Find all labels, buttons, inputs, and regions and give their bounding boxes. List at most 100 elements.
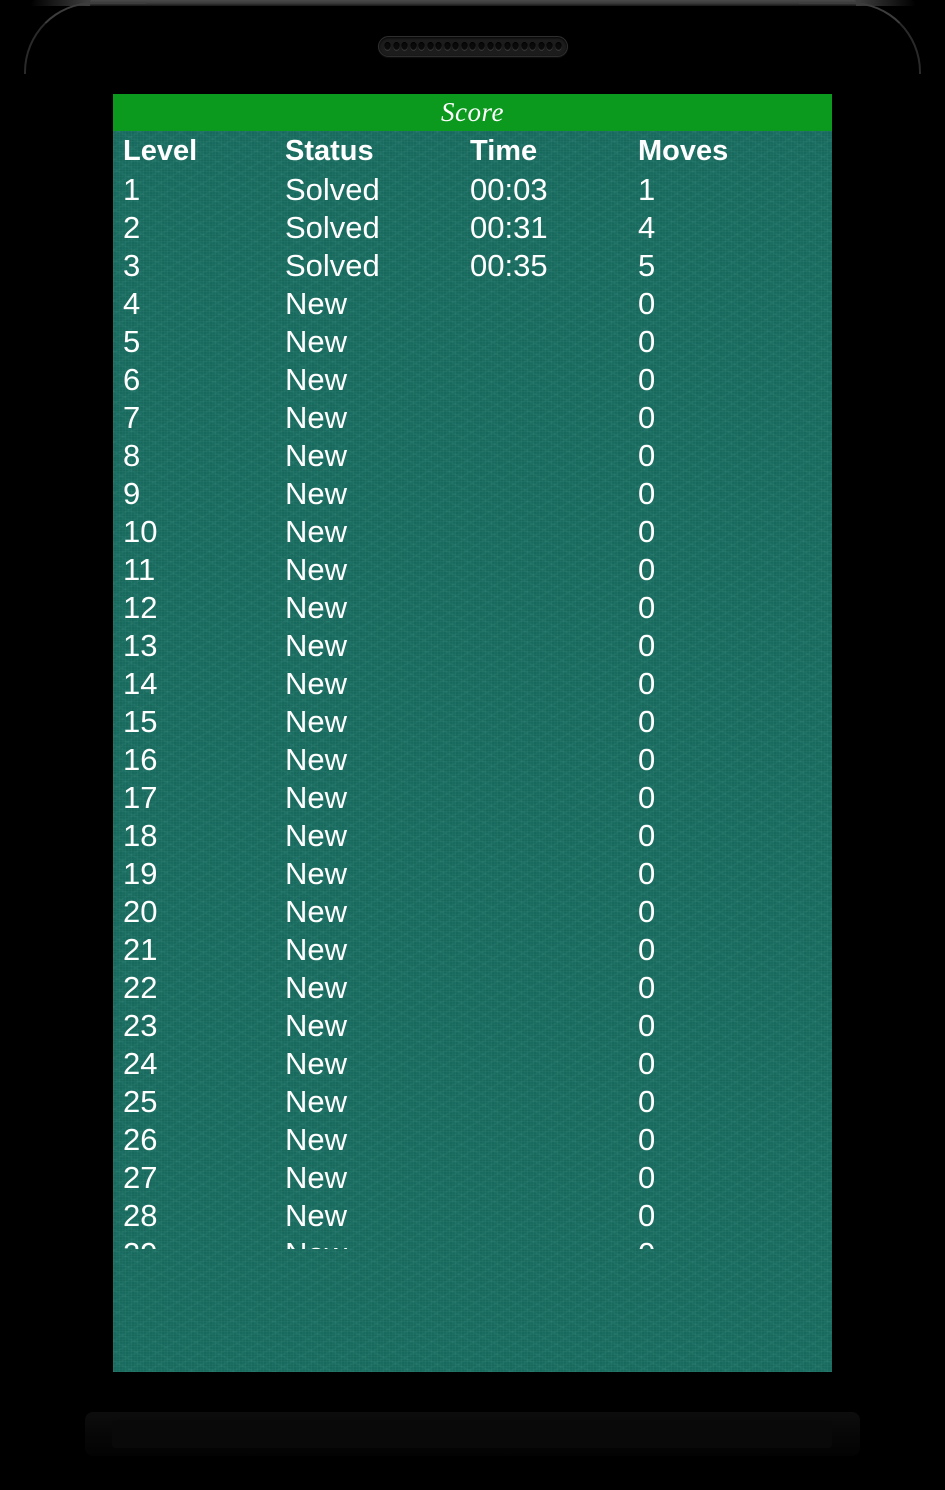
table-row[interactable]: 2 Solved 00:31 4 — [113, 209, 832, 247]
cell-status: New — [285, 324, 348, 359]
device-screen: Score Level Status Time Moves 1 Solved 00:… — [113, 94, 832, 1372]
speaker-hole — [537, 42, 545, 51]
cell-status: New — [285, 1122, 348, 1157]
cell-status: New — [285, 590, 348, 625]
table-row[interactable]: 14 New 0 — [113, 665, 832, 703]
cell-status: New — [285, 400, 348, 435]
speaker-hole — [435, 42, 443, 51]
speaker-hole — [460, 42, 468, 51]
cell-level: 4 — [123, 286, 141, 321]
column-header-moves: Moves — [638, 135, 729, 167]
speaker-hole — [443, 42, 451, 51]
table-row[interactable]: 1 Solved 00:03 1 — [113, 171, 832, 209]
table-row[interactable]: 12 New 0 — [113, 589, 832, 627]
cell-status: New — [285, 1046, 348, 1081]
table-row[interactable]: 16 New 0 — [113, 741, 832, 779]
cell-level: 16 — [123, 742, 158, 777]
table-row[interactable]: 19 New 0 — [113, 855, 832, 893]
cell-level: 8 — [123, 438, 141, 473]
cell-moves: 0 — [638, 628, 656, 663]
table-row[interactable]: 13 New 0 — [113, 627, 832, 665]
table-row[interactable]: 29 New 0 — [113, 1235, 832, 1249]
cell-moves: 4 — [638, 210, 656, 245]
cell-level: 23 — [123, 1008, 158, 1043]
cell-status: New — [285, 742, 348, 777]
cell-moves: 0 — [638, 970, 656, 1005]
cell-status: New — [285, 438, 348, 473]
table-row[interactable]: 23 New 0 — [113, 1007, 832, 1045]
cell-status: New — [285, 818, 348, 853]
table-row[interactable]: 7 New 0 — [113, 399, 832, 437]
score-panel: Level Status Time Moves 1 Solved 00:03 1 2 So… — [113, 131, 832, 1372]
cell-status: New — [285, 286, 348, 321]
speaker-hole — [469, 42, 477, 51]
table-row[interactable]: 3 Solved 00:35 5 — [113, 247, 832, 285]
title-bar: Score — [113, 94, 832, 131]
cell-moves: 0 — [638, 438, 656, 473]
speaker-hole — [520, 42, 528, 51]
cell-moves: 0 — [638, 1122, 656, 1157]
cell-moves: 0 — [638, 1160, 656, 1195]
cell-level: 3 — [123, 248, 141, 283]
cell-moves: 0 — [638, 324, 656, 359]
speaker-hole — [409, 42, 417, 51]
cell-moves: 0 — [638, 856, 656, 891]
table-row[interactable]: 11 New 0 — [113, 551, 832, 589]
column-header-status: Status — [285, 135, 374, 167]
cell-level: 11 — [123, 552, 156, 587]
speaker-hole — [486, 42, 494, 51]
speaker-hole — [546, 42, 554, 51]
cell-moves: 5 — [638, 248, 656, 283]
cell-level: 1 — [123, 172, 141, 207]
cell-moves: 0 — [638, 742, 656, 777]
cell-status: New — [285, 1198, 348, 1233]
cell-status: New — [285, 1160, 348, 1195]
cell-moves: 0 — [638, 362, 656, 397]
table-row[interactable]: 4 New 0 — [113, 285, 832, 323]
table-row[interactable]: 18 New 0 — [113, 817, 832, 855]
score-rows-scroll-area[interactable]: 1 Solved 00:03 1 2 Solved 00:31 4 3 Solved 00:35 5 4… — [113, 171, 832, 1249]
table-row[interactable]: 25 New 0 — [113, 1083, 832, 1121]
table-row[interactable]: 17 New 0 — [113, 779, 832, 817]
table-row[interactable]: 5 New 0 — [113, 323, 832, 361]
cell-moves: 1 — [638, 172, 656, 207]
cell-status: New — [285, 552, 348, 587]
cell-moves: 0 — [638, 1198, 656, 1233]
table-row[interactable]: 26 New 0 — [113, 1121, 832, 1159]
table-row[interactable]: 8 New 0 — [113, 437, 832, 475]
table-row[interactable]: 28 New 0 — [113, 1197, 832, 1235]
cell-moves: 0 — [638, 590, 656, 625]
cell-status: New — [285, 514, 348, 549]
cell-status: New — [285, 666, 348, 701]
table-row[interactable]: 9 New 0 — [113, 475, 832, 513]
cell-status: New — [285, 1235, 347, 1249]
cell-moves: 0 — [638, 1235, 655, 1249]
cell-status: New — [285, 1084, 348, 1119]
speaker-hole — [495, 42, 503, 51]
table-row[interactable]: 21 New 0 — [113, 931, 832, 969]
table-row[interactable]: 15 New 0 — [113, 703, 832, 741]
speaker-hole — [452, 42, 460, 51]
cell-moves: 0 — [638, 552, 656, 587]
table-row[interactable]: 10 New 0 — [113, 513, 832, 551]
speaker-hole — [529, 42, 537, 51]
score-table: Level Status Time Moves 1 Solved 00:03 1 2 So… — [113, 131, 832, 1249]
speaker-grille-icon — [378, 36, 568, 57]
cell-level: 17 — [123, 780, 158, 815]
cell-status: New — [285, 780, 348, 815]
speaker-hole — [418, 42, 426, 51]
speaker-hole — [478, 42, 486, 51]
cell-moves: 0 — [638, 932, 656, 967]
table-row[interactable]: 27 New 0 — [113, 1159, 832, 1197]
device-corner-glint-top-right — [799, 2, 921, 74]
table-row[interactable]: 24 New 0 — [113, 1045, 832, 1083]
cell-moves: 0 — [638, 476, 656, 511]
cell-status: Solved — [285, 172, 380, 207]
speaker-hole — [554, 42, 562, 51]
cell-moves: 0 — [638, 400, 656, 435]
table-row[interactable]: 22 New 0 — [113, 969, 832, 1007]
cell-moves: 0 — [638, 514, 656, 549]
cell-time: 00:31 — [470, 210, 548, 245]
table-row[interactable]: 6 New 0 — [113, 361, 832, 399]
table-row[interactable]: 20 New 0 — [113, 893, 832, 931]
